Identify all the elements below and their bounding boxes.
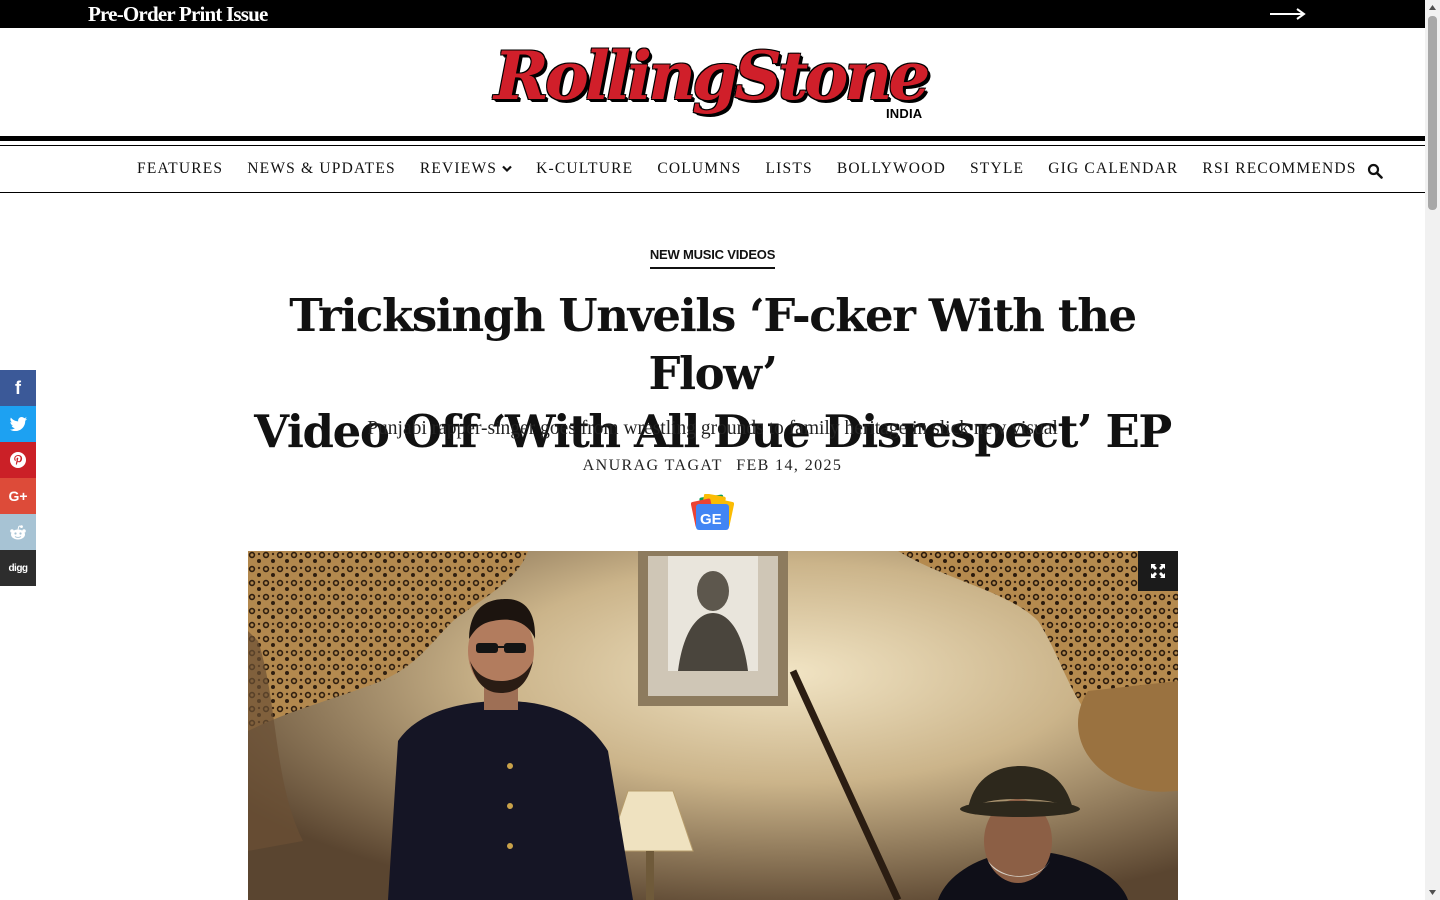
- share-digg-button[interactable]: digg: [0, 550, 36, 586]
- pinterest-icon: [10, 452, 26, 468]
- nav-item-rsi-recommends[interactable]: RSI RECOMMENDS: [1202, 160, 1356, 178]
- facebook-icon: f: [15, 377, 21, 398]
- scroll-up-icon[interactable]: [1425, 0, 1440, 15]
- share-facebook-button[interactable]: f: [0, 370, 36, 406]
- nav-item-reviews[interactable]: REVIEWS: [420, 160, 512, 178]
- category-link[interactable]: NEW MUSIC VIDEOS: [649, 247, 775, 269]
- google-news-icon[interactable]: GE: [691, 494, 734, 532]
- nav-item-news-updates[interactable]: NEWS & UPDATES: [247, 160, 396, 178]
- googleplus-icon: G+: [8, 488, 28, 504]
- nav-item-gig-calendar[interactable]: GIG CALENDAR: [1048, 160, 1178, 178]
- header-divider-thin: [0, 145, 1425, 146]
- expand-icon: [1151, 564, 1165, 578]
- category-wrap: NEW MUSIC VIDEOS: [0, 246, 1425, 269]
- nav-label: LISTS: [765, 160, 813, 177]
- nav-label: COLUMNS: [657, 160, 742, 177]
- share-pinterest-button[interactable]: [0, 442, 36, 478]
- nav-label: NEWS & UPDATES: [247, 160, 396, 177]
- nav-item-bollywood[interactable]: BOLLYWOOD: [837, 160, 946, 178]
- byline: ANURAG TAGAT FEB 14, 2025: [0, 457, 1425, 475]
- site-logo[interactable]: RollingStone INDIA: [490, 34, 940, 130]
- nav-item-columns[interactable]: COLUMNS: [657, 160, 741, 178]
- search-icon[interactable]: [1367, 163, 1383, 179]
- social-share-rail: f G+ digg: [0, 370, 36, 586]
- scroll-down-icon[interactable]: [1425, 885, 1440, 900]
- share-twitter-button[interactable]: [0, 406, 36, 442]
- nav-divider: [0, 192, 1425, 193]
- header-divider-thick: [0, 136, 1425, 141]
- twitter-icon: [9, 417, 27, 431]
- hero-photo-illustration: [248, 551, 1178, 900]
- arrow-right-icon[interactable]: [1270, 6, 1306, 22]
- nav-label: FEATURES: [137, 160, 224, 177]
- google-news-text: GE: [700, 511, 722, 528]
- share-googleplus-button[interactable]: G+: [0, 478, 36, 514]
- author-link[interactable]: ANURAG TAGAT: [583, 457, 723, 474]
- digg-icon: digg: [8, 562, 28, 574]
- nav-label: K-CULTURE: [536, 160, 634, 177]
- promo-bar[interactable]: Pre-Order Print Issue: [0, 0, 1425, 28]
- nav-label: STYLE: [969, 160, 1025, 177]
- headline-line-1: Tricksingh Unveils ‘F-cker With the Flow…: [289, 289, 1137, 400]
- share-reddit-button[interactable]: [0, 514, 36, 550]
- nav-label: BOLLYWOOD: [836, 160, 946, 177]
- reddit-icon: [10, 524, 26, 539]
- pre-order-link[interactable]: Pre-Order Print Issue: [88, 2, 268, 26]
- nav-label: REVIEWS: [419, 160, 498, 177]
- logo-region: INDIA: [886, 106, 923, 121]
- expand-image-button[interactable]: [1138, 551, 1178, 591]
- nav-item-features[interactable]: FEATURES: [137, 160, 223, 178]
- hero-image: [248, 551, 1178, 900]
- scrollbar-thumb[interactable]: [1428, 16, 1437, 210]
- nav-label: GIG CALENDAR: [1048, 160, 1179, 177]
- logo-wordmark: RollingStone: [494, 37, 930, 115]
- nav-item-k-culture[interactable]: K-CULTURE: [536, 160, 633, 178]
- article-subhead: Punjabi rapper-singer goes from wrestlin…: [367, 418, 1058, 439]
- main-nav: FEATURES NEWS & UPDATES REVIEWS K-CULTUR…: [137, 158, 1383, 180]
- nav-item-lists[interactable]: LISTS: [766, 160, 813, 178]
- publish-date: FEB 14, 2025: [736, 457, 843, 474]
- nav-label: RSI RECOMMENDS: [1202, 160, 1357, 177]
- page-scrollbar[interactable]: [1425, 0, 1440, 900]
- chevron-down-icon: [502, 165, 512, 173]
- nav-item-style[interactable]: STYLE: [970, 160, 1024, 178]
